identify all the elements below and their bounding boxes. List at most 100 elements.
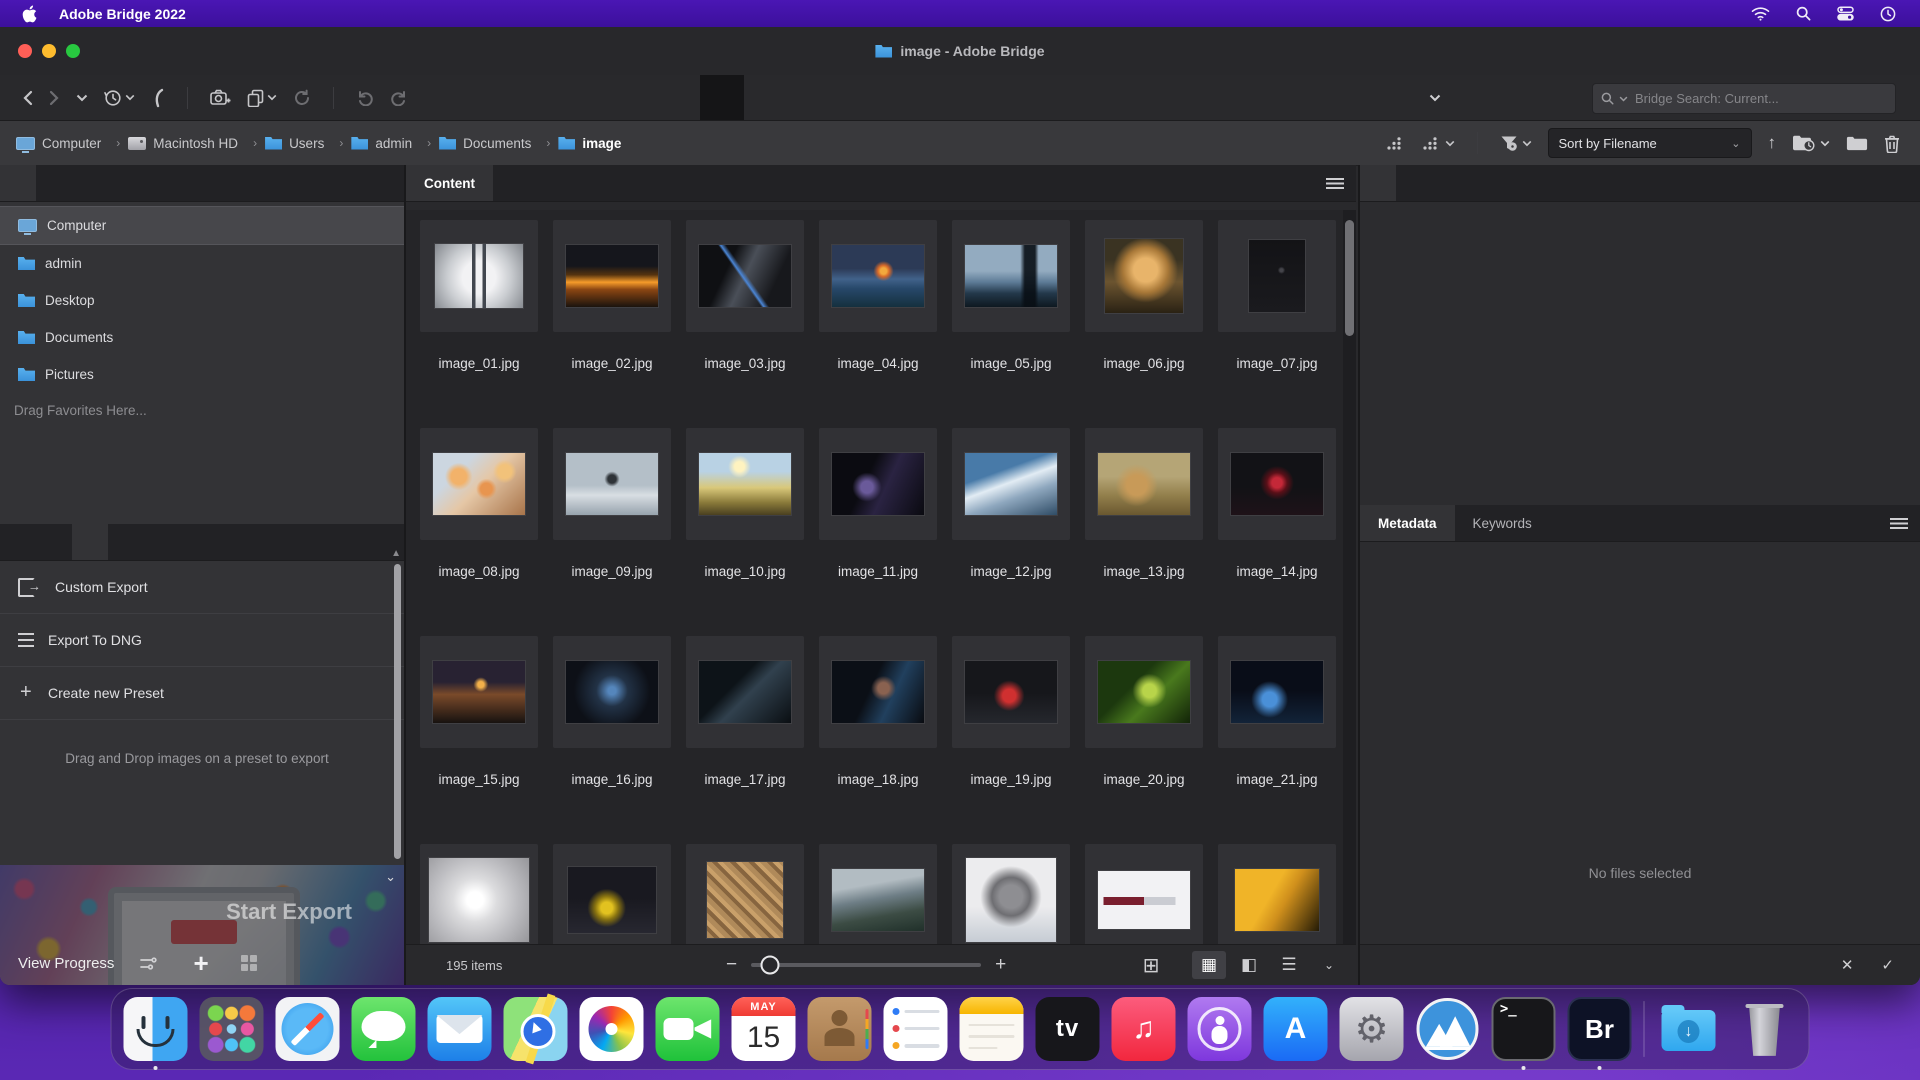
app-menu[interactable]: Adobe Bridge 2022 (59, 6, 186, 22)
file-item[interactable]: image_19.jpg (952, 636, 1070, 844)
file-item[interactable]: image_15.jpg (420, 636, 538, 844)
tab-metadata[interactable]: Metadata (1360, 505, 1455, 541)
file-item[interactable]: image_21.jpg (1218, 636, 1336, 844)
dock-item-facetime[interactable] (656, 997, 720, 1061)
file-item[interactable] (553, 844, 671, 945)
file-item[interactable] (420, 844, 538, 945)
thumbnail-cell[interactable] (1085, 636, 1203, 748)
search-icon[interactable] (1796, 6, 1811, 21)
thumbnail-cell[interactable] (686, 220, 804, 332)
recent-locations-chevron[interactable] (76, 94, 88, 102)
filter-icon[interactable] (1500, 135, 1532, 152)
file-item[interactable]: image_02.jpg (553, 220, 671, 428)
sort-dropdown[interactable]: Sort by Filename ⌄ (1548, 128, 1752, 158)
undo-button[interactable] (356, 89, 374, 106)
content-tab[interactable]: Content (406, 165, 493, 201)
thumbnail-cell[interactable] (819, 844, 937, 945)
file-item[interactable]: image_08.jpg (420, 428, 538, 636)
workspace-tab[interactable] (700, 75, 744, 120)
cancel-icon[interactable]: ✕ (1841, 956, 1854, 974)
thumbnail-cell[interactable] (952, 220, 1070, 332)
slider-knob[interactable] (760, 956, 779, 975)
workspace-tab[interactable] (832, 75, 876, 120)
panel-tab[interactable] (1396, 165, 1432, 201)
move-copy-icon[interactable] (247, 89, 277, 107)
edit-preset-icon[interactable] (140, 956, 157, 971)
zoom-out-button[interactable]: − (726, 954, 737, 976)
wifi-icon[interactable] (1751, 6, 1770, 21)
dock-item-system-settings[interactable]: ⚙ (1340, 997, 1404, 1061)
thumbnail-cell[interactable] (420, 844, 538, 945)
back-button[interactable] (22, 90, 33, 106)
collapse-chevron-icon[interactable]: ⌄ (385, 869, 396, 885)
scroll-up-icon[interactable]: ▲ (391, 548, 401, 559)
get-photos-camera-icon[interactable] (210, 89, 231, 106)
grid-icon[interactable] (241, 955, 257, 971)
file-item[interactable] (819, 844, 937, 945)
breadcrumb-item[interactable]: Macintosh HD › (128, 136, 257, 151)
thumbnail-cell[interactable] (686, 636, 804, 748)
dock-item-messages[interactable] (352, 997, 416, 1061)
export-scrollbar[interactable] (394, 564, 401, 859)
thumbnail-cell[interactable] (1218, 636, 1336, 748)
thumbnail-cell[interactable] (686, 428, 804, 540)
thumbnail-cell[interactable] (819, 220, 937, 332)
clock-icon[interactable] (1880, 6, 1896, 22)
file-item[interactable]: image_10.jpg (686, 428, 804, 636)
dock-item-adobe-bridge[interactable]: Br (1568, 997, 1632, 1061)
thumbnail-cell[interactable] (819, 428, 937, 540)
content-scrollbar-thumb[interactable] (1345, 220, 1354, 336)
control-center-icon[interactable] (1837, 6, 1854, 21)
breadcrumb-item[interactable]: admin › (351, 136, 431, 151)
search-input[interactable] (1633, 90, 1887, 107)
slider-track[interactable] (751, 963, 981, 967)
sort-ascending-icon[interactable]: ↑ (1768, 133, 1777, 153)
title-bar[interactable]: image - Adobe Bridge (0, 27, 1920, 76)
panel-menu-icon[interactable] (1890, 518, 1908, 529)
file-item[interactable] (1085, 844, 1203, 945)
file-item[interactable]: image_20.jpg (1085, 636, 1203, 844)
close-window-button[interactable] (18, 44, 32, 58)
file-item[interactable]: image_16.jpg (553, 636, 671, 844)
view-options-chevron[interactable]: ⌄ (1312, 951, 1346, 979)
redo-button[interactable] (390, 89, 408, 106)
file-item[interactable]: image_12.jpg (952, 428, 1070, 636)
file-item[interactable]: image_18.jpg (819, 636, 937, 844)
favorites-item[interactable]: Pictures (0, 356, 404, 393)
dock-item-downloads-folder[interactable]: ↓ (1657, 997, 1721, 1061)
sort-order-icon[interactable] (1422, 135, 1455, 151)
workspace-tab[interactable] (744, 75, 788, 120)
list-view-button[interactable]: ☰ (1272, 951, 1306, 979)
breadcrumb-item[interactable]: Users › (265, 136, 343, 151)
dock-item-launchpad[interactable] (200, 997, 264, 1061)
apple-menu-icon[interactable] (22, 5, 37, 23)
dock-item-podcasts[interactable] (1188, 997, 1252, 1061)
file-item[interactable] (952, 844, 1070, 945)
dock-item-reminders[interactable] (884, 997, 948, 1061)
export-item[interactable]: Custom Export (0, 561, 404, 614)
thumbnail-cell[interactable] (1085, 428, 1203, 540)
panel-tab[interactable] (0, 165, 36, 201)
panel-tab[interactable] (36, 524, 72, 560)
thumbnail-cell[interactable] (420, 428, 538, 540)
export-item[interactable]: Export To DNG (0, 614, 404, 667)
delete-trash-button[interactable] (1884, 134, 1900, 153)
workspace-more-chevron[interactable] (1415, 75, 1455, 120)
file-item[interactable]: image_01.jpg (420, 220, 538, 428)
thumbnail-cell[interactable] (819, 636, 937, 748)
thumbnail-view-button[interactable]: ⊞ (1134, 951, 1168, 979)
panel-tab[interactable] (36, 165, 72, 201)
file-item[interactable]: image_14.jpg (1218, 428, 1336, 636)
dock-item-photos[interactable] (580, 997, 644, 1061)
thumbnail-cell[interactable] (553, 636, 671, 748)
breadcrumb-item[interactable]: image › (558, 136, 621, 151)
thumbnail-cell[interactable] (553, 428, 671, 540)
dock-item-safari[interactable] (276, 997, 340, 1061)
add-preset-button[interactable]: + (193, 948, 208, 979)
dock-item-trash[interactable] (1733, 997, 1797, 1061)
dock-item-contacts[interactable] (808, 997, 872, 1061)
view-progress-button[interactable]: View Progress (18, 955, 114, 972)
thumbnail-cell[interactable] (1218, 220, 1336, 332)
panel-tab[interactable] (108, 524, 144, 560)
folder-clock-icon[interactable] (1792, 134, 1830, 152)
